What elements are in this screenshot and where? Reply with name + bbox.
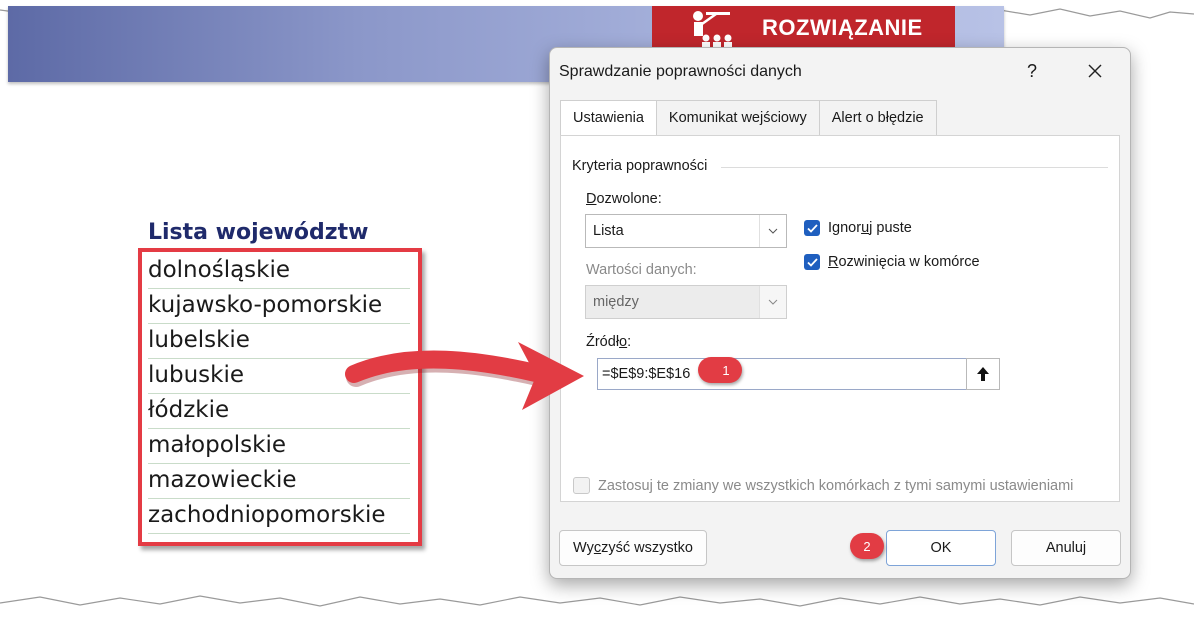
tab-error-alert[interactable]: Alert o błędzie <box>818 100 937 135</box>
checkmark-icon <box>804 220 820 236</box>
allow-select-value: Lista <box>593 223 624 239</box>
solution-label: ROZWIĄZANIE <box>762 14 923 40</box>
data-validation-dialog: Sprawdzanie poprawności danych ? Ustawie… <box>549 47 1131 579</box>
data-label: Wartości danych: <box>586 262 697 278</box>
apply-all-label: Zastosuj te zmiany we wszystkich komórka… <box>598 477 1074 494</box>
close-button[interactable] <box>1082 58 1108 84</box>
clear-all-button[interactable]: Wy c zyść wszystko <box>559 530 707 566</box>
step-marker-1: 1 <box>698 357 742 383</box>
tab-settings[interactable]: Ustawienia <box>560 100 657 136</box>
allow-select[interactable]: Lista <box>585 214 787 248</box>
checkbox-unchecked-icon <box>573 477 590 494</box>
criteria-group-label: Kryteria poprawności <box>572 158 708 174</box>
chevron-down-icon <box>759 286 786 318</box>
settings-panel: Kryteria poprawności Dozwolone: Lista Ig… <box>560 135 1120 502</box>
ignore-blank-label: Ignoruj puste <box>828 220 912 236</box>
checkmark-icon <box>804 254 820 270</box>
data-select-value: między <box>593 294 639 310</box>
in-cell-dropdown-label: Rozwinięcia w komórce <box>828 254 980 270</box>
allow-label: Dozwolone: <box>586 191 662 207</box>
dialog-tabs: Ustawienia Komunikat wejściowy Alert o b… <box>560 100 937 136</box>
step-marker-2: 2 <box>850 533 884 559</box>
data-select: między <box>585 285 787 319</box>
source-input[interactable]: =$E$9:$E$16 <box>597 358 967 390</box>
province-list-title: Lista województw <box>148 220 369 245</box>
collapse-arrow-up-icon <box>977 367 989 381</box>
apply-all-checkbox[interactable]: Zastosuj te zmiany we wszystkich komórka… <box>573 477 1073 494</box>
cancel-button[interactable]: Anuluj <box>1011 530 1121 566</box>
ignore-blank-checkbox[interactable]: Ignoruj puste <box>804 220 912 236</box>
dialog-title: Sprawdzanie poprawności danych <box>559 63 802 80</box>
group-divider <box>721 167 1108 168</box>
collapse-dialog-button[interactable] <box>966 358 1000 390</box>
tab-input-message[interactable]: Komunikat wejściowy <box>655 100 820 135</box>
ok-button[interactable]: OK <box>886 530 996 566</box>
help-button[interactable]: ? <box>1022 58 1042 84</box>
torn-edge-bottom <box>0 595 1194 619</box>
close-icon <box>1088 64 1102 78</box>
solution-badge: ROZWIĄZANIE <box>652 6 955 49</box>
pointer-arrow <box>345 342 584 410</box>
in-cell-dropdown-checkbox[interactable]: Rozwinięcia w komórce <box>804 254 980 270</box>
chevron-down-icon <box>759 215 786 247</box>
teacher-icon <box>693 10 732 48</box>
